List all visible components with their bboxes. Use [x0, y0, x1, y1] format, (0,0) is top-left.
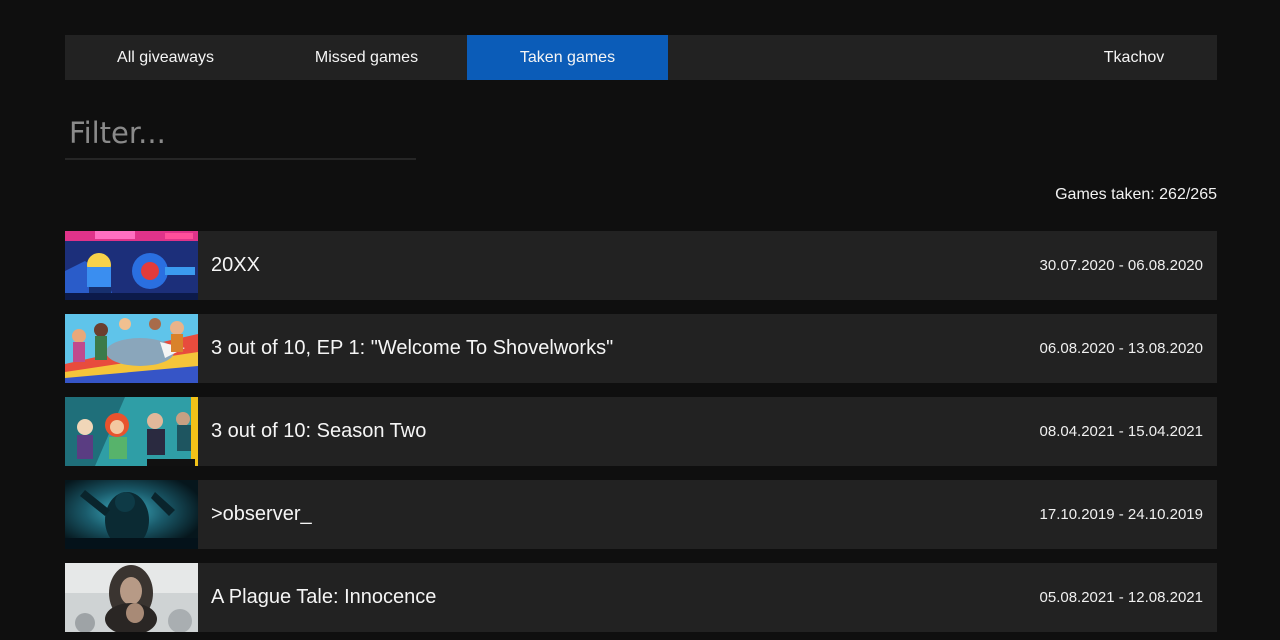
games-taken-count: Games taken: 262/265 [1055, 186, 1217, 203]
game-row[interactable]: 20XX 30.07.2020 - 06.08.2020 [65, 231, 1217, 300]
filter-field [65, 110, 416, 160]
game-dates: 05.08.2021 - 12.08.2021 [1039, 589, 1203, 606]
game-dates: 17.10.2019 - 24.10.2019 [1039, 506, 1203, 523]
user-menu[interactable]: Tkachov [1051, 35, 1217, 80]
game-title: >observer_ [211, 503, 312, 525]
top-nav: All giveaways Missed games Taken games T… [65, 35, 1217, 80]
filter-input[interactable] [65, 110, 416, 156]
game-dates: 30.07.2020 - 06.08.2020 [1039, 257, 1203, 274]
page: All giveaways Missed games Taken games T… [0, 0, 1280, 640]
game-row[interactable]: >observer_ 17.10.2019 - 24.10.2019 [65, 480, 1217, 549]
game-dates: 06.08.2020 - 13.08.2020 [1039, 340, 1203, 357]
tab-all-giveaways[interactable]: All giveaways [65, 35, 266, 80]
game-dates: 08.04.2021 - 15.04.2021 [1039, 423, 1203, 440]
tab-taken-games[interactable]: Taken games [467, 35, 668, 80]
games-list: 20XX 30.07.2020 - 06.08.2020 3 out of 10… [65, 231, 1217, 640]
game-thumbnail-3-out-of-10-season-two [65, 397, 198, 466]
game-row[interactable]: 3 out of 10: Season Two 08.04.2021 - 15.… [65, 397, 1217, 466]
game-row[interactable]: A Plague Tale: Innocence 05.08.2021 - 12… [65, 563, 1217, 632]
tab-missed-games[interactable]: Missed games [266, 35, 467, 80]
game-thumbnail-observer [65, 480, 198, 549]
game-thumbnail-3-out-of-10-ep1 [65, 314, 198, 383]
game-title: 3 out of 10, EP 1: "Welcome To Shovelwor… [211, 337, 614, 359]
game-title: 20XX [211, 254, 260, 276]
game-title: A Plague Tale: Innocence [211, 586, 437, 608]
game-title: 3 out of 10: Season Two [211, 420, 427, 442]
game-row[interactable]: 3 out of 10, EP 1: "Welcome To Shovelwor… [65, 314, 1217, 383]
game-thumbnail-a-plague-tale [65, 563, 198, 632]
game-thumbnail-20xx [65, 231, 198, 300]
